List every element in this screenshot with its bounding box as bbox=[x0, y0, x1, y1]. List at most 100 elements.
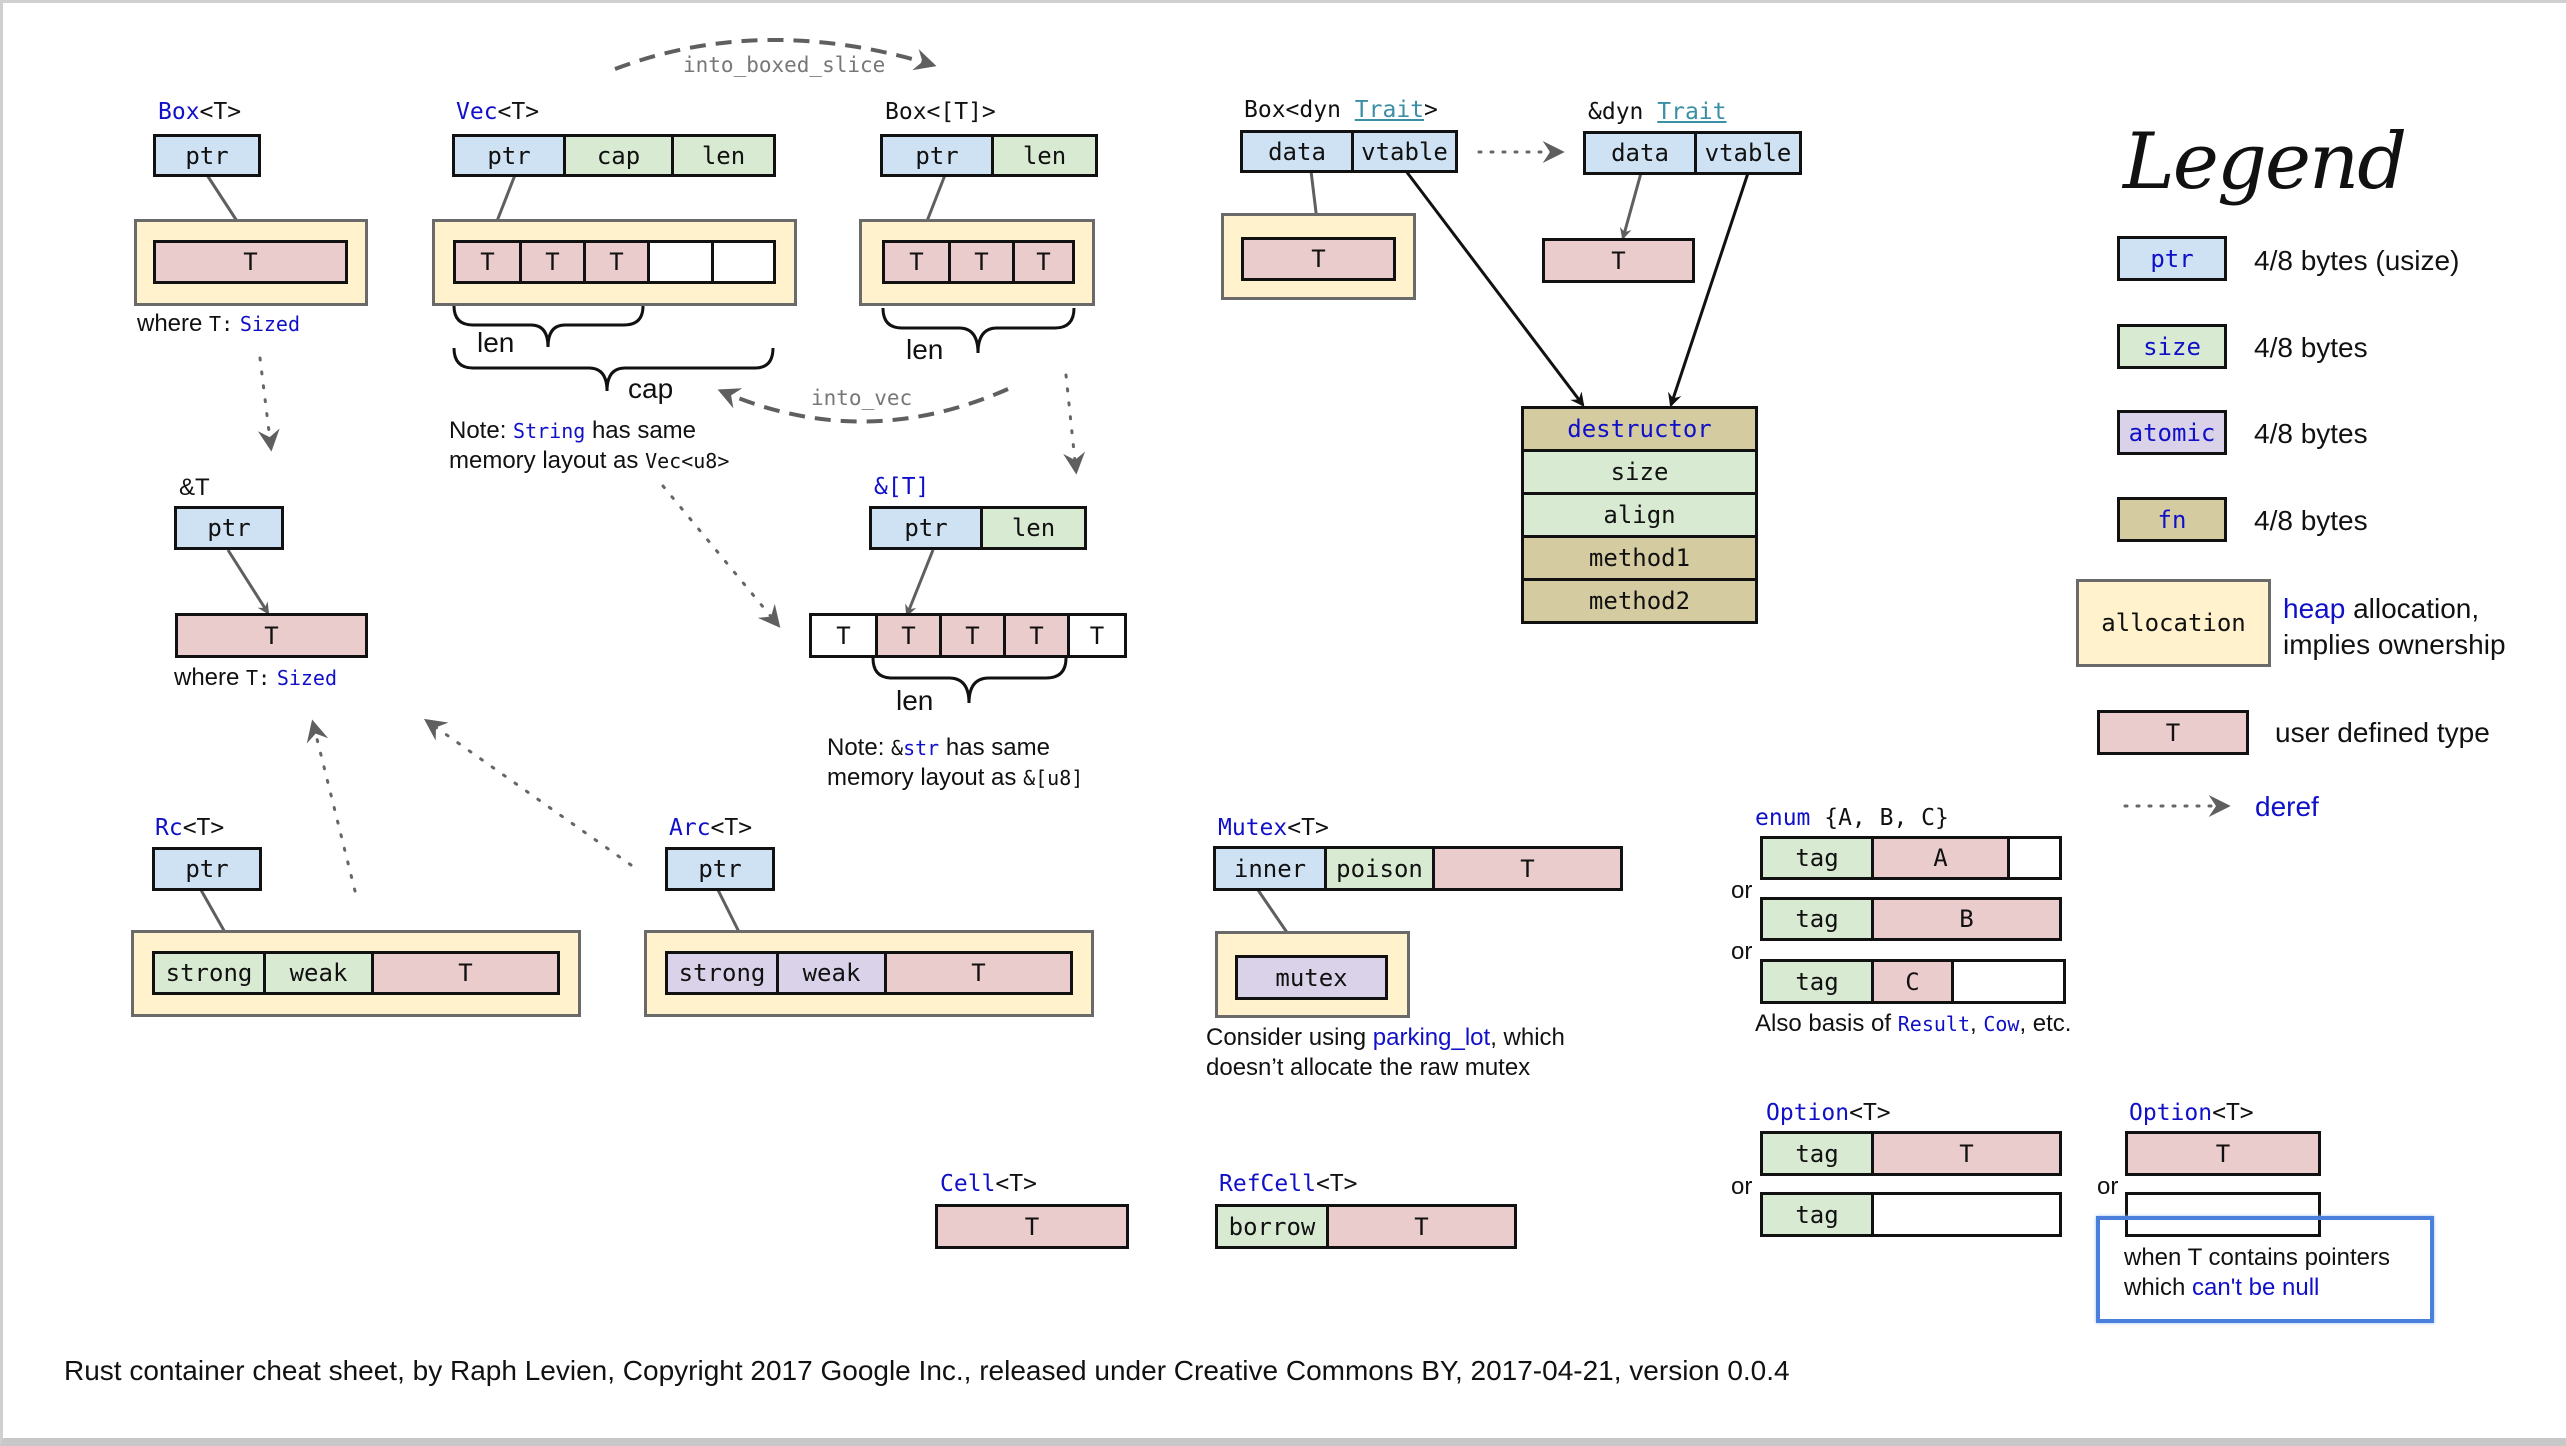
vec-t-heap-elem: T bbox=[583, 243, 647, 281]
mutex-t-note: Consider using parking_lot, which doesn’… bbox=[1206, 1023, 1565, 1083]
mutex-t-field-t: T bbox=[1432, 849, 1620, 888]
box-dyn-vtable-arrow bbox=[1404, 170, 1585, 407]
option-niche-note-cant-be-null: can't be null bbox=[2192, 1274, 2320, 1301]
vec-t-heap-spare bbox=[711, 243, 773, 281]
enum-note-pre: Also basis of bbox=[1755, 1010, 1898, 1037]
ref-dyn-field-data: data bbox=[1586, 134, 1694, 172]
ref-dyn-data-arrow bbox=[1619, 172, 1643, 240]
option-tagged-none-empty bbox=[1871, 1195, 2059, 1234]
parking-lot-link[interactable]: parking_lot bbox=[1373, 1024, 1490, 1051]
enum-note: Also basis of Result, Cow, etc. bbox=[1755, 1009, 2071, 1039]
cell-t-title-kw: Cell bbox=[940, 1171, 996, 1197]
legend-desc-ptr: 4/8 bytes (usize) bbox=[2254, 245, 2460, 276]
box-t-note: where T: Sized bbox=[137, 309, 300, 339]
option-tagged-some: tag T bbox=[1760, 1131, 2062, 1176]
slice-ref-field-ptr: ptr bbox=[872, 509, 980, 547]
rc-t-heap-block: strong weak T bbox=[152, 951, 560, 995]
vec-t-note-line2-text: memory layout as bbox=[449, 447, 646, 474]
arc-t-heap-weak: weak bbox=[776, 954, 884, 992]
box-slice-deref-arrow bbox=[1063, 373, 1086, 475]
option-niche-note: when T contains pointers which can't be … bbox=[2124, 1243, 2390, 1303]
box-t-stack: ptr bbox=[153, 134, 261, 177]
box-dyn-field-data: data bbox=[1243, 133, 1351, 170]
option-niche-title-generic: <T> bbox=[2212, 1100, 2254, 1126]
legend-desc-heap: heap bbox=[2283, 593, 2346, 624]
arc-t-title-kw: Arc bbox=[669, 815, 711, 841]
box-dyn-field-vtable: vtable bbox=[1351, 133, 1455, 170]
refcell-t-field-t: T bbox=[1326, 1207, 1514, 1246]
vec-t-note-type: Vec<u8> bbox=[645, 449, 730, 473]
ref-t-note: where T: Sized bbox=[174, 663, 337, 693]
legend-key-ptr: ptr bbox=[2117, 236, 2227, 281]
legend-desc-size: 4/8 bytes bbox=[2254, 332, 2368, 363]
option-niche-some: T bbox=[2125, 1131, 2321, 1176]
slice-ref-inner-elem: T bbox=[1003, 616, 1067, 655]
arc-t-heap-block: strong weak T bbox=[665, 951, 1073, 995]
mutex-t-heap-mutex: mutex bbox=[1238, 958, 1385, 997]
option-tagged-some-tag: tag bbox=[1763, 1134, 1871, 1173]
option-tagged-none-tag: tag bbox=[1763, 1195, 1871, 1234]
box-slice-heap-elem: T bbox=[948, 243, 1012, 281]
box-deref-arrow bbox=[257, 356, 280, 452]
enum-title-kw: enum bbox=[1755, 805, 1811, 831]
arc-t-field-ptr: ptr bbox=[668, 850, 772, 888]
ref-t-field-ptr: ptr bbox=[177, 509, 281, 547]
legend-key-user-type: T bbox=[2097, 710, 2249, 755]
box-dyn-title-pre: Box<dyn bbox=[1244, 97, 1355, 123]
option-niche-note-line2-pre: which bbox=[2124, 1274, 2193, 1301]
vec-t-title: Vec<T> bbox=[456, 101, 539, 124]
legend-desc-fn: 4/8 bytes bbox=[2254, 505, 2368, 536]
vec-t-note-line2: memory layout as Vec<u8> bbox=[449, 446, 729, 476]
box-slice-heap-elem: T bbox=[1012, 243, 1072, 281]
enum-title-variants: {A, B, C} bbox=[1810, 805, 1949, 831]
ref-dyn-title: &dyn Trait bbox=[1588, 101, 1727, 124]
vtable-row-size: size bbox=[1524, 449, 1755, 492]
slice-ref-note-line2: memory layout as &[u8] bbox=[827, 763, 1083, 793]
box-slice-heap-buffer: T T T bbox=[882, 240, 1075, 284]
box-slice-title: Box<[T]> bbox=[885, 99, 996, 125]
box-dyn-heap-value: T bbox=[1241, 237, 1396, 281]
vtable-stack: destructor size align method1 method2 bbox=[1521, 406, 1758, 624]
slice-ref-note-prefix: Note: bbox=[827, 734, 892, 761]
cheat-sheet-canvas: into_boxed_slice into_vec Box<T> ptr T w… bbox=[0, 0, 2566, 1446]
enum-variant-b-tag: tag bbox=[1763, 900, 1871, 938]
enum-note-sep: , bbox=[1969, 1010, 1984, 1037]
box-t-heap-value: T bbox=[153, 240, 348, 284]
enum-variant-a-padding bbox=[2007, 839, 2059, 877]
box-dyn-trait-link[interactable]: Trait bbox=[1355, 97, 1424, 123]
vec-t-heap-buffer: T T T bbox=[453, 240, 776, 284]
footer-credits: Rust container cheat sheet, by Raph Levi… bbox=[64, 1355, 1790, 1386]
slice-ref-inner-elem: T bbox=[939, 616, 1003, 655]
vec-t-title-kw: Vec bbox=[456, 99, 498, 125]
mutex-t-note-line2: doesn’t allocate the raw mutex bbox=[1206, 1054, 1531, 1081]
legend-desc-allocation-line2: implies ownership bbox=[2283, 629, 2506, 660]
vtable-row-align: align bbox=[1524, 492, 1755, 535]
option-tagged-some-t: T bbox=[1871, 1134, 2059, 1173]
vec-t-stack: ptr cap len bbox=[452, 134, 776, 177]
legend-desc-allocation-rest: allocation, bbox=[2345, 593, 2480, 624]
box-dyn-heap-t: T bbox=[1244, 240, 1393, 278]
enum-title: enum {A, B, C} bbox=[1755, 807, 1949, 830]
vtable-row-method1: method1 bbox=[1524, 535, 1755, 578]
enum-variant-c-padding bbox=[1951, 962, 2063, 1001]
ref-dyn-trait-link[interactable]: Trait bbox=[1657, 99, 1726, 125]
option-tagged-title: Option<T> bbox=[1766, 1102, 1891, 1125]
option-niche-title: Option<T> bbox=[2129, 1102, 2254, 1125]
enum-variant-c-tag: tag bbox=[1763, 962, 1871, 1001]
mutex-t-stack: inner poison T bbox=[1213, 846, 1623, 891]
slice-ref-note-mid: has same bbox=[939, 734, 1050, 761]
refcell-t-field-borrow: borrow bbox=[1218, 1207, 1326, 1246]
mutex-t-note-line1: Consider using parking_lot, which bbox=[1206, 1023, 1565, 1053]
slice-ref-note-str: str bbox=[903, 736, 940, 760]
box-t-heap-t: T bbox=[156, 243, 345, 281]
box-t-note-t: T: bbox=[209, 312, 234, 336]
enum-variant-a-tag: tag bbox=[1763, 839, 1871, 877]
cell-t-field-t: T bbox=[938, 1207, 1126, 1246]
vec-t-len-brace-label: len bbox=[477, 327, 515, 358]
ref-dyn-target-t: T bbox=[1545, 241, 1692, 280]
slice-ref-note-amp: & bbox=[891, 736, 904, 760]
slice-ref-note-type: &[u8] bbox=[1023, 766, 1084, 790]
ref-dyn-field-vtable: vtable bbox=[1694, 134, 1799, 172]
option-niche-note-line2: which can't be null bbox=[2124, 1273, 2390, 1303]
legend-desc-allocation: heap allocation, implies ownership bbox=[2283, 591, 2506, 663]
